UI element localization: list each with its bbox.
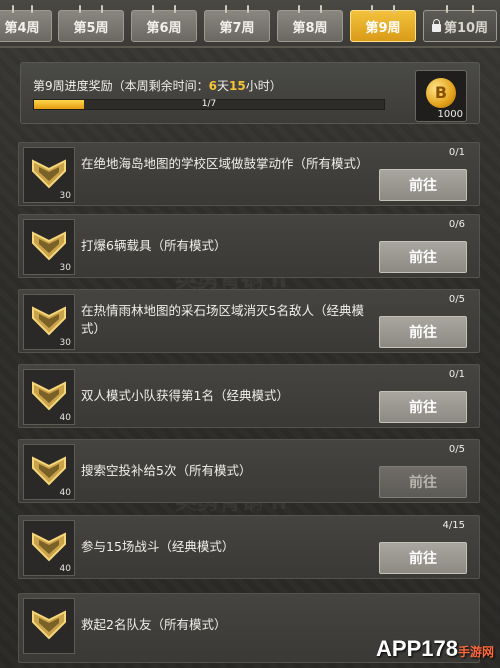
task-progress: 0/1 <box>448 147 465 158</box>
go-button[interactable]: 前往 <box>379 316 467 348</box>
task-level: 30 <box>59 338 71 348</box>
task-progress: 0/5 <box>448 294 465 305</box>
week-tabs: 第4周 第5周 第6周 第7周 第8周 第9周 第10周 <box>0 0 500 48</box>
task-level: 30 <box>59 263 71 273</box>
tab-week-5[interactable]: 第5周 <box>58 5 124 42</box>
tab-week-7[interactable]: 第7周 <box>204 5 270 42</box>
tab-label: 第5周 <box>73 20 109 36</box>
tab-label: 第4周 <box>4 20 40 36</box>
rank-badge-icon: 30 <box>23 147 75 203</box>
task-row: 40 搜索空投补给5次（所有模式） 0/5 前往 <box>18 439 480 503</box>
rank-badge-icon: 30 <box>23 294 75 350</box>
rank-badge-icon: 30 <box>23 219 75 275</box>
hours-remaining: 15 <box>229 79 246 93</box>
task-row: 30 在热情雨林地图的采石场区域消灭5名敌人（经典模式） 0/5 前往 <box>18 289 480 353</box>
progress-text: 1/7 <box>201 99 217 109</box>
go-button[interactable]: 前往 <box>379 466 467 498</box>
task-progress: 0/1 <box>448 369 465 380</box>
go-button[interactable]: 前往 <box>379 169 467 201</box>
progress-bar: 1/7 <box>33 99 385 110</box>
lock-icon <box>431 18 441 32</box>
task-row: 40 参与15场战斗（经典模式） 4/15 前往 <box>18 515 480 579</box>
task-description: 搜索空投补给5次（所有模式） <box>81 463 252 478</box>
progress-panel: 第9周进度奖励（本周剩余时间：6天15小时） 1/7 <box>20 62 480 124</box>
go-button[interactable]: 前往 <box>379 391 467 423</box>
tab-week-4[interactable]: 第4周 <box>0 5 52 42</box>
rank-badge-icon <box>23 598 75 654</box>
tab-week-10[interactable]: 第10周 <box>423 5 497 42</box>
reward-item[interactable]: B 1000 <box>415 70 467 122</box>
task-description: 在热情雨林地图的采石场区域消灭5名敌人（经典模式） <box>81 303 364 336</box>
tab-week-6[interactable]: 第6周 <box>131 5 197 42</box>
tab-label: 第6周 <box>146 20 182 36</box>
tab-week-8[interactable]: 第8周 <box>277 5 343 42</box>
tab-label: 第8周 <box>292 20 328 36</box>
tab-label: 第9周 <box>365 20 401 36</box>
task-level: 40 <box>59 488 71 498</box>
rank-badge-icon: 40 <box>23 369 75 425</box>
task-description: 双人模式小队获得第1名（经典模式） <box>81 388 289 403</box>
task-level: 30 <box>59 191 71 201</box>
progress-title: 第9周进度奖励（本周剩余时间：6天15小时） <box>33 79 282 93</box>
task-level: 40 <box>59 413 71 423</box>
go-button[interactable]: 前往 <box>379 542 467 574</box>
task-progress: 4/15 <box>442 520 465 531</box>
task-description: 打爆6辆载具（所有模式） <box>81 238 227 253</box>
task-level: 40 <box>59 564 71 574</box>
tab-label: 第10周 <box>443 20 489 36</box>
task-description: 参与15场战斗（经典模式） <box>81 539 235 554</box>
task-description: 在绝地海岛地图的学校区域做鼓掌动作（所有模式） <box>81 156 369 171</box>
go-button[interactable]: 前往 <box>379 241 467 273</box>
tab-week-9[interactable]: 第9周 <box>350 5 416 42</box>
rank-badge-icon: 40 <box>23 520 75 576</box>
rank-badge-icon: 40 <box>23 444 75 500</box>
task-description: 救起2名队友（所有模式） <box>81 617 227 632</box>
site-logo: APP178手游网 <box>376 636 494 661</box>
task-progress: 0/6 <box>448 219 465 230</box>
task-row: 40 双人模式小队获得第1名（经典模式） 0/1 前往 <box>18 364 480 428</box>
days-remaining: 6 <box>208 79 217 93</box>
coin-icon: B <box>426 78 456 108</box>
task-row: 30 在绝地海岛地图的学校区域做鼓掌动作（所有模式） 0/1 前往 <box>18 142 480 206</box>
reward-count: 1000 <box>437 109 463 120</box>
task-progress: 0/5 <box>448 444 465 455</box>
tab-label: 第7周 <box>219 20 255 36</box>
task-row: 30 打爆6辆载具（所有模式） 0/6 前往 <box>18 214 480 278</box>
